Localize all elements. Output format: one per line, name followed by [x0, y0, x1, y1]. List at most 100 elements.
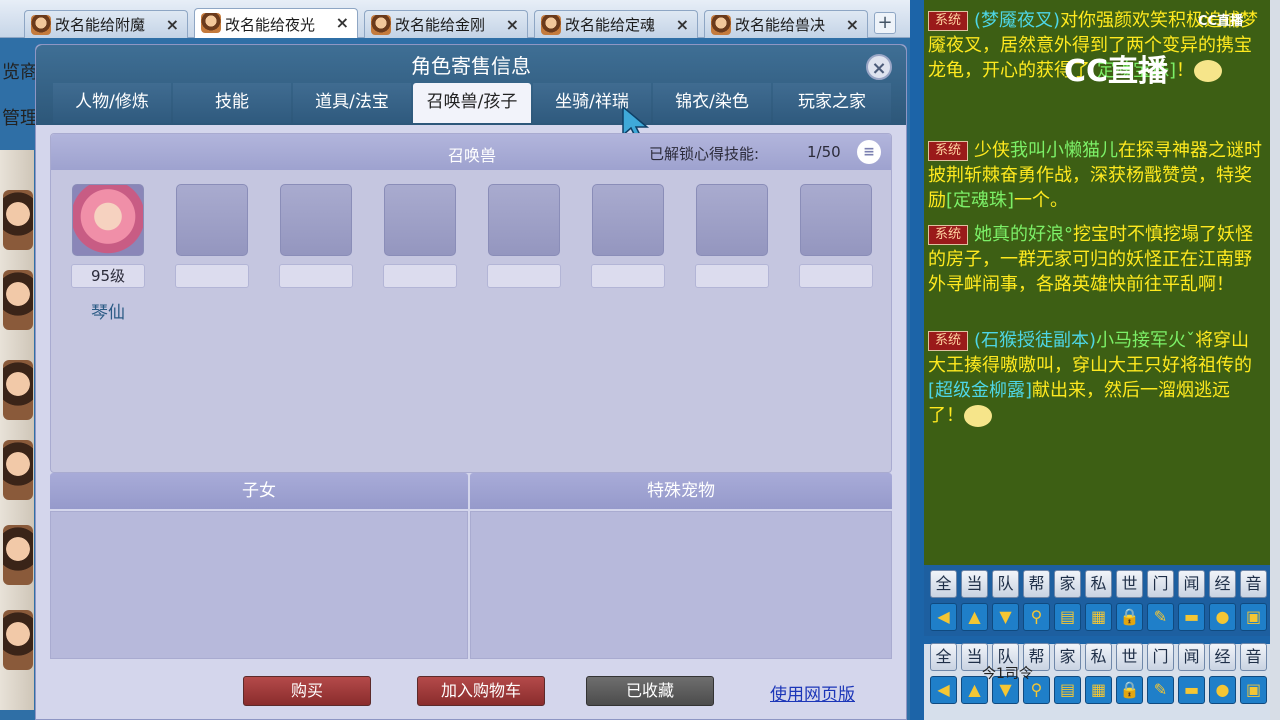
channel-button[interactable]: 家	[1054, 643, 1081, 671]
list-icon[interactable]: ≡	[857, 140, 881, 164]
system-tag: 系统	[928, 11, 969, 31]
game-favicon-icon	[541, 15, 561, 35]
chat-toolbar: ◀ ▲ ▼ ⚲ ▤ ▦ 🔒 ✎ ▬ ● ▣	[930, 603, 1271, 631]
list-add-icon[interactable]: ▣	[1240, 676, 1267, 704]
tab-5[interactable]: 锦衣/染色	[653, 83, 771, 123]
dialog-header: 角色寄售信息 × 人物/修炼 技能 道具/法宝 召唤兽/孩子 坐骑/祥瑞 锦衣/染色 玩家之…	[36, 45, 906, 125]
brush-icon[interactable]: ✎	[1147, 676, 1174, 704]
arrow-left-icon[interactable]: ◀	[930, 603, 957, 631]
pet-name[interactable]: 琴仙	[71, 298, 145, 323]
lock-icon[interactable]: 🔒	[1116, 603, 1143, 631]
channel-button[interactable]: 闻	[1178, 643, 1205, 671]
character-portrait[interactable]	[3, 525, 33, 585]
channel-button[interactable]: 世	[1116, 643, 1143, 671]
character-portrait[interactable]	[3, 270, 33, 330]
channel-button[interactable]: 全	[930, 643, 957, 671]
arrow-left-icon[interactable]: ◀	[930, 676, 957, 704]
add-to-cart-button[interactable]: 加入购物车	[417, 676, 545, 706]
tab-3[interactable]: 召唤兽/孩子	[413, 83, 531, 123]
system-tag: 系统	[928, 141, 969, 161]
chat-text-segment: 少侠	[974, 140, 1011, 161]
special-pet-area	[470, 511, 892, 659]
chat-scrollbar[interactable]	[1270, 0, 1280, 720]
empty-pet-slot[interactable]	[592, 184, 664, 256]
character-portrait[interactable]	[3, 440, 33, 500]
channel-button[interactable]: 门	[1147, 570, 1174, 598]
character-portrait[interactable]	[3, 360, 33, 420]
browser-tab-label: 改名能给兽决	[735, 16, 826, 34]
chat-text-segment: 小马接军火ˇ	[1096, 330, 1196, 351]
channel-button[interactable]: 私	[1085, 643, 1112, 671]
browser-tab[interactable]: 改名能给附魔 ×	[24, 10, 188, 38]
folder-icon[interactable]: ▬	[1178, 676, 1205, 704]
channel-button[interactable]: 家	[1054, 570, 1081, 598]
chat-text-segment: (石猴授徒副本)	[974, 330, 1097, 351]
grid-icon[interactable]: ▦	[1085, 603, 1112, 631]
empty-pet-slot[interactable]	[696, 184, 768, 256]
channel-button[interactable]: 全	[930, 570, 957, 598]
tab-6[interactable]: 玩家之家	[773, 83, 891, 123]
consignment-dialog: 角色寄售信息 × 人物/修炼 技能 道具/法宝 召唤兽/孩子 坐骑/祥瑞 锦衣/染色 玩家之…	[35, 44, 907, 720]
close-icon[interactable]: ×	[166, 15, 179, 34]
lower-label: 今1司令	[982, 666, 1033, 682]
browser-tab-label: 改名能给附魔	[55, 16, 146, 34]
empty-pet-slot[interactable]	[280, 184, 352, 256]
note-icon[interactable]: ▤	[1054, 676, 1081, 704]
chat-message: 系统 (石猴授徒副本)小马接军火ˇ将穿山大王揍得嗷嗷叫，穿山大王只好将祖传的[超级…	[928, 328, 1264, 428]
buy-button[interactable]: 购买	[243, 676, 371, 706]
arrow-down-icon[interactable]: ▼	[992, 603, 1019, 631]
tab-0[interactable]: 人物/修炼	[53, 83, 171, 123]
browser-tab[interactable]: 改名能给夜光 ×	[194, 8, 358, 39]
character-portrait[interactable]	[3, 610, 33, 670]
browser-tab[interactable]: 改名能给兽决 ×	[704, 10, 868, 38]
game-favicon-icon	[201, 13, 221, 33]
lock-icon[interactable]: 🔒	[1116, 676, 1143, 704]
empty-pet-slot[interactable]	[384, 184, 456, 256]
channel-button[interactable]: 经	[1209, 570, 1236, 598]
summon-panel-header: 召唤兽 已解锁心得技能: 1/50 ≡	[51, 134, 891, 170]
folder-icon[interactable]: ▬	[1178, 603, 1205, 631]
channel-button[interactable]: 队	[992, 570, 1019, 598]
channel-button[interactable]: 闻	[1178, 570, 1205, 598]
arrow-up-icon[interactable]: ▲	[961, 603, 988, 631]
close-icon[interactable]: ×	[336, 13, 349, 32]
chat-text-segment: (梦魇夜叉)	[974, 10, 1061, 31]
channel-button[interactable]: 经	[1209, 643, 1236, 671]
system-tag: 系统	[928, 331, 969, 351]
note-icon[interactable]: ▤	[1054, 603, 1081, 631]
chat-text-segment: 我叫小懒猫儿	[1010, 140, 1119, 161]
empty-pet-slot[interactable]	[488, 184, 560, 256]
summon-panel: 召唤兽 已解锁心得技能: 1/50 ≡ 95级 琴仙	[50, 133, 892, 473]
side-label-shop: 览商	[2, 62, 38, 83]
channel-button[interactable]: 帮	[1023, 570, 1050, 598]
close-icon[interactable]: ×	[866, 54, 892, 80]
channel-button[interactable]: 私	[1085, 570, 1112, 598]
speech-icon[interactable]: ●	[1209, 676, 1236, 704]
web-version-link[interactable]: 使用网页版	[770, 680, 855, 705]
pet-portrait[interactable]	[72, 184, 144, 256]
speech-icon[interactable]: ●	[1209, 603, 1236, 631]
grid-icon[interactable]: ▦	[1085, 676, 1112, 704]
favorited-button[interactable]: 已收藏	[586, 676, 714, 706]
empty-pet-slot[interactable]	[800, 184, 872, 256]
tab-2[interactable]: 道具/法宝	[293, 83, 411, 123]
character-portrait[interactable]	[3, 190, 33, 250]
browser-tab[interactable]: 改名能给定魂 ×	[534, 10, 698, 38]
new-tab-button[interactable]: +	[874, 12, 896, 34]
channel-button[interactable]: 音	[1240, 570, 1267, 598]
browser-tab[interactable]: 改名能给金刚 ×	[364, 10, 528, 38]
channel-button[interactable]: 音	[1240, 643, 1267, 671]
brush-icon[interactable]: ✎	[1147, 603, 1174, 631]
list-add-icon[interactable]: ▣	[1240, 603, 1267, 631]
close-icon[interactable]: ×	[506, 15, 519, 34]
skill-unlock-count: 1/50	[807, 143, 841, 161]
channel-button[interactable]: 世	[1116, 570, 1143, 598]
magnifier-icon[interactable]: ⚲	[1023, 603, 1050, 631]
channel-button[interactable]: 门	[1147, 643, 1174, 671]
pet-level-box	[695, 264, 769, 288]
close-icon[interactable]: ×	[676, 15, 689, 34]
tab-1[interactable]: 技能	[173, 83, 291, 123]
empty-pet-slot[interactable]	[176, 184, 248, 256]
channel-button[interactable]: 当	[961, 570, 988, 598]
close-icon[interactable]: ×	[846, 15, 859, 34]
